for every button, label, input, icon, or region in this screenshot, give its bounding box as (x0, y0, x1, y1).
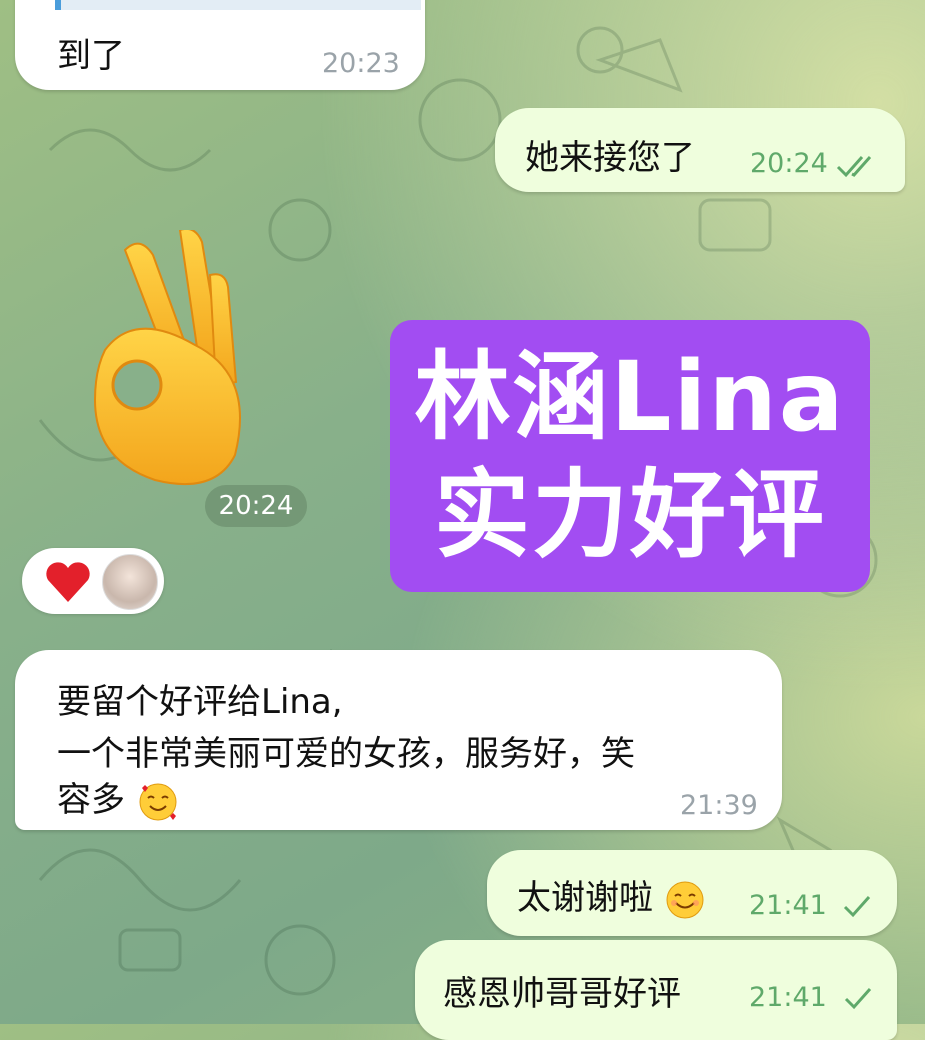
message-time: 21:41 (749, 982, 827, 1013)
message-outgoing[interactable]: 感恩帅哥哥好评 21:41 (415, 940, 897, 1040)
message-incoming[interactable]: 到了 20:23 (15, 0, 425, 90)
red-heart-icon (46, 562, 90, 602)
message-time: 21:39 (680, 790, 758, 821)
message-text: 到了 (57, 36, 125, 76)
check-icon (844, 988, 872, 1010)
message-incoming[interactable]: 要留个好评给Lina, 一个非常美丽可爱的女孩，服务好，笑 容多 21:39 (15, 650, 782, 830)
message-outgoing[interactable]: 她来接您了 20:24 (495, 108, 905, 192)
message-time: 21:41 (749, 890, 827, 921)
message-text: 太谢谢啦 (517, 870, 706, 921)
message-text-line: 一个非常美丽可爱的女孩，服务好，笑 (57, 734, 635, 774)
double-check-icon (836, 156, 872, 178)
message-text-line: 容多 (57, 772, 180, 824)
promo-line1: 林涵Lina (414, 341, 846, 453)
user-avatar (102, 554, 158, 610)
message-time: 20:24 (750, 148, 828, 179)
reply-preview-bar (55, 0, 421, 10)
ok-hand-sticker[interactable] (85, 230, 265, 490)
smiling-face-with-hearts-icon (139, 783, 177, 820)
reaction-pill[interactable] (22, 548, 164, 614)
promo-line2: 实力好评 (434, 459, 826, 571)
message-outgoing[interactable]: 太谢谢啦 21:41 (487, 850, 897, 936)
message-text: 感恩帅哥哥好评 (443, 974, 681, 1014)
message-text-line: 要留个好评给Lina, (57, 682, 343, 722)
smiling-face-icon (666, 881, 704, 918)
message-time: 20:23 (322, 48, 400, 79)
message-text: 她来接您了 (525, 138, 695, 178)
check-icon (843, 896, 871, 918)
sticker-time: 20:24 (205, 485, 307, 527)
promo-overlay: 林涵Lina 实力好评 (390, 320, 870, 592)
